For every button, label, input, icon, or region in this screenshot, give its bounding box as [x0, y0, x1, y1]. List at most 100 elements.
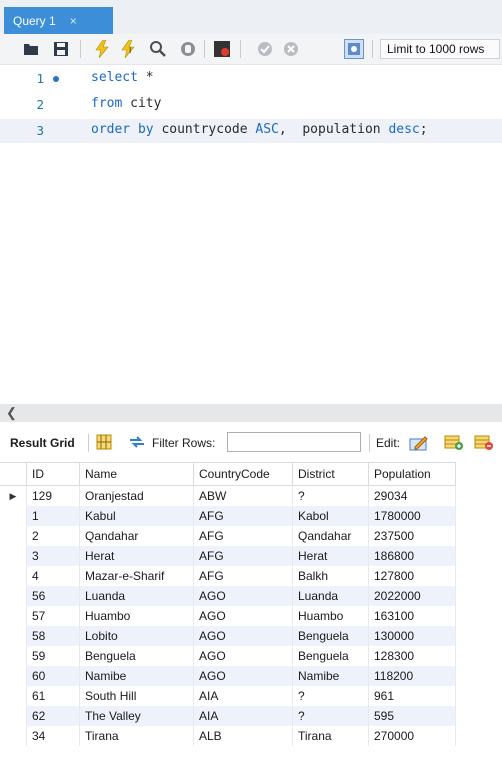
editor-horizontal-scrollbar[interactable]: ❮ [0, 404, 502, 422]
cell-name[interactable]: Herat [79, 546, 194, 566]
result-grid-tab[interactable]: Result Grid [10, 436, 75, 450]
cell-countrycode[interactable]: AGO [193, 586, 293, 606]
table-row[interactable]: 3 Herat AFG Herat 186800 [0, 546, 456, 566]
save-icon[interactable] [51, 39, 71, 59]
cell-population[interactable]: 2022000 [368, 586, 456, 606]
table-row[interactable]: 61 South Hill AIA? 961 [0, 686, 456, 706]
cell-id[interactable]: 58 [26, 626, 80, 646]
cell-id[interactable]: 129 [26, 485, 80, 506]
cell-population[interactable]: 29034 [368, 485, 456, 506]
cell-name[interactable]: Qandahar [79, 526, 194, 546]
cell-district[interactable]: ? [292, 706, 369, 726]
scroll-left-icon[interactable]: ❮ [6, 405, 17, 421]
table-row[interactable]: 1 Kabul AFG Kabol 1780000 [0, 506, 456, 526]
tab-query-1[interactable]: Query 1 × [4, 7, 113, 34]
column-header-name[interactable]: Name [79, 462, 194, 486]
cell-district[interactable]: Kabol [292, 506, 369, 526]
cell-population[interactable]: 595 [368, 706, 456, 726]
autocommit-toggle-icon[interactable] [344, 39, 364, 59]
table-row[interactable]: 56 Luanda AGO Luanda 2022000 [0, 586, 456, 606]
cell-id[interactable]: 62 [26, 706, 80, 726]
cell-district[interactable]: Huambo [292, 606, 369, 626]
cell-district[interactable]: Benguela [292, 626, 369, 646]
cell-population[interactable]: 270000 [368, 726, 456, 746]
result-grid[interactable]: ID Name CountryCode District Population … [0, 462, 502, 766]
cell-name[interactable]: The Valley [79, 706, 194, 726]
table-row[interactable]: 62 The Valley AIA? 595 [0, 706, 456, 726]
execute-current-icon[interactable]: I [119, 39, 139, 59]
cell-district[interactable]: Qandahar [292, 526, 369, 546]
table-row[interactable]: 58 Lobito AGO Benguela 130000 [0, 626, 456, 646]
cell-countrycode[interactable]: AGO [193, 606, 293, 626]
cell-countrycode[interactable]: AFG [193, 546, 293, 566]
cell-id[interactable]: 4 [26, 566, 80, 586]
cell-id[interactable]: 57 [26, 606, 80, 626]
cell-countrycode[interactable]: AFG [193, 566, 293, 586]
table-row[interactable]: 57 Huambo AGO Huambo 163100 [0, 606, 456, 626]
cell-population[interactable]: 186800 [368, 546, 456, 566]
cell-population[interactable]: 128300 [368, 646, 456, 666]
table-row[interactable]: 2 Qandahar AFG Qandahar 237500 [0, 526, 456, 546]
stop-hand-icon[interactable] [178, 39, 198, 59]
cell-countrycode[interactable]: AFG [193, 506, 293, 526]
cell-district[interactable]: ? [292, 485, 369, 506]
cell-population[interactable]: 130000 [368, 626, 456, 646]
cell-district[interactable]: ? [292, 686, 369, 706]
cell-name[interactable]: Luanda [79, 586, 194, 606]
cell-district[interactable]: Luanda [292, 586, 369, 606]
cell-id[interactable]: 34 [26, 726, 80, 746]
limit-rows-select[interactable]: Limit to 1000 rows [380, 39, 500, 59]
cell-name[interactable]: Benguela [79, 646, 194, 666]
cell-id[interactable]: 59 [26, 646, 80, 666]
open-folder-icon[interactable] [21, 39, 41, 59]
column-header-population[interactable]: Population [368, 462, 456, 486]
cell-countrycode[interactable]: AGO [193, 666, 293, 686]
explain-magnifier-icon[interactable] [148, 39, 168, 59]
cell-id[interactable]: 56 [26, 586, 80, 606]
cell-name[interactable]: Mazar-e-Sharif [79, 566, 194, 586]
cell-id[interactable]: 61 [26, 686, 80, 706]
cell-id[interactable]: 60 [26, 666, 80, 686]
cell-district[interactable]: Benguela [292, 646, 369, 666]
cell-countrycode[interactable]: ALB [193, 726, 293, 746]
cell-population[interactable]: 1780000 [368, 506, 456, 526]
column-header-countrycode[interactable]: CountryCode [193, 462, 293, 486]
cell-population[interactable]: 127800 [368, 566, 456, 586]
cell-district[interactable]: Herat [292, 546, 369, 566]
grid-layout-icon[interactable] [96, 434, 112, 453]
cell-countrycode[interactable]: ABW [193, 485, 293, 506]
cell-countrycode[interactable]: AGO [193, 626, 293, 646]
cell-district[interactable]: Namibe [292, 666, 369, 686]
cell-name[interactable]: Namibe [79, 666, 194, 686]
table-row[interactable]: 59 Benguela AGO Benguela 128300 [0, 646, 456, 666]
cell-population[interactable]: 163100 [368, 606, 456, 626]
edit-current-row-icon[interactable] [409, 433, 429, 454]
rollback-x-icon[interactable] [281, 39, 301, 59]
table-row[interactable]: ▶ 129 Oranjestad ABW? 29034 [0, 485, 456, 506]
cell-population[interactable]: 237500 [368, 526, 456, 546]
cell-id[interactable]: 3 [26, 546, 80, 566]
commit-check-icon[interactable] [255, 39, 275, 59]
insert-row-icon[interactable] [444, 433, 464, 454]
cell-countrycode[interactable]: AFG [193, 526, 293, 546]
execute-lightning-icon[interactable] [92, 39, 112, 59]
cell-countrycode[interactable]: AGO [193, 646, 293, 666]
cell-name[interactable]: South Hill [79, 686, 194, 706]
delete-row-icon[interactable] [474, 433, 494, 454]
cell-name[interactable]: Lobito [79, 626, 194, 646]
cell-name[interactable]: Kabul [79, 506, 194, 526]
close-tab-icon[interactable]: × [70, 14, 77, 28]
cell-id[interactable]: 1 [26, 506, 80, 526]
cell-district[interactable]: Balkh [292, 566, 369, 586]
cell-countrycode[interactable]: AIA [193, 706, 293, 726]
column-header-district[interactable]: District [292, 462, 369, 486]
table-row[interactable]: 4 Mazar-e-Sharif AFG Balkh 127800 [0, 566, 456, 586]
cell-district[interactable]: Tirana [292, 726, 369, 746]
cell-name[interactable]: Huambo [79, 606, 194, 626]
cell-name[interactable]: Tirana [79, 726, 194, 746]
cell-countrycode[interactable]: AIA [193, 686, 293, 706]
sql-editor[interactable]: 1 select * 2 from city 3 order by countr… [0, 65, 502, 400]
column-header-id[interactable]: ID [26, 462, 80, 486]
cell-population[interactable]: 118200 [368, 666, 456, 686]
filter-rows-input[interactable] [227, 432, 361, 452]
